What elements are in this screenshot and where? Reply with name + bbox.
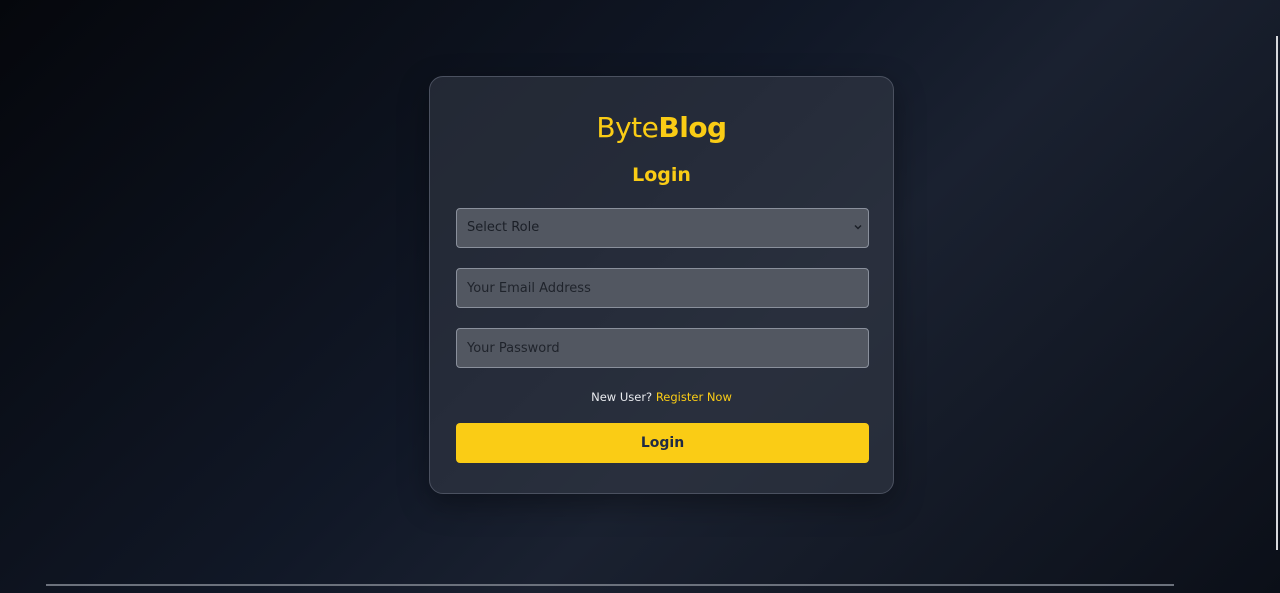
- logo-text-bold: Blog: [658, 111, 727, 144]
- brand-logo: ByteBlog: [430, 109, 893, 147]
- logo-text-light: Byte: [596, 111, 659, 144]
- register-prompt: New User?: [591, 390, 653, 404]
- password-field[interactable]: [456, 328, 869, 368]
- role-select-value: Select Role: [467, 220, 540, 235]
- chevron-down-icon: [854, 224, 862, 230]
- register-line: New User? Register Now: [430, 388, 893, 406]
- divider: [46, 584, 1174, 586]
- page: ByteBlog Login Select Role New User? Reg…: [0, 0, 1280, 593]
- login-card: ByteBlog Login Select Role New User? Reg…: [429, 76, 894, 494]
- email-field[interactable]: [456, 268, 869, 308]
- scrollbar[interactable]: [1276, 36, 1278, 550]
- login-button[interactable]: Login: [456, 423, 869, 463]
- page-title: Login: [632, 164, 691, 186]
- role-select[interactable]: Select Role: [456, 208, 869, 248]
- register-link[interactable]: Register Now: [656, 390, 732, 404]
